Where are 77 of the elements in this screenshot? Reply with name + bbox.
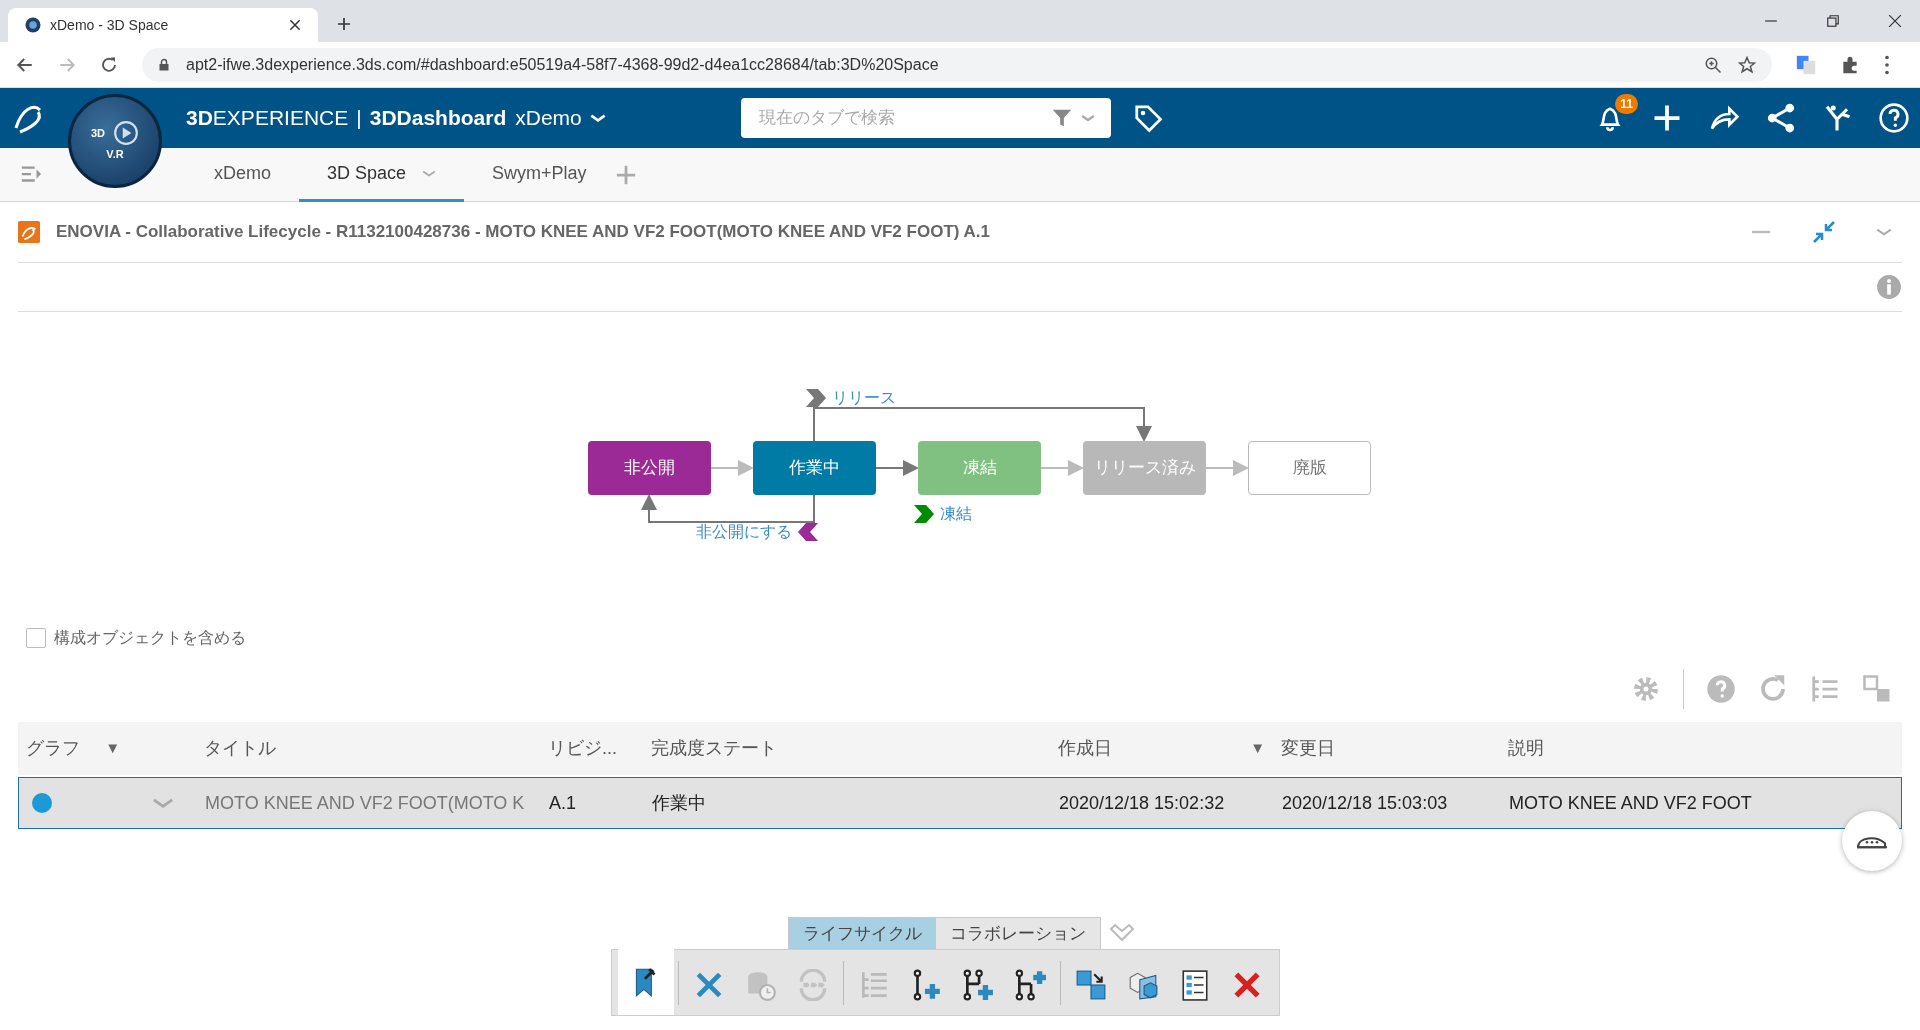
table-cell-text: MOTO KNEE AND VF2 FOOT(MOTO K: [204, 791, 526, 815]
transition-label[interactable]: 非公開にする: [696, 520, 792, 544]
column-header[interactable]: 説明: [1508, 735, 1544, 762]
transition-label[interactable]: リリース: [832, 386, 896, 410]
dashboard-tab[interactable]: xDemo: [186, 147, 299, 202]
app-name: 3DDashboard: [369, 105, 507, 132]
branch-add-icon[interactable]: [961, 969, 994, 1001]
plus-icon[interactable]: [1652, 103, 1682, 133]
dashboard-tab[interactable]: 3D Space: [299, 147, 465, 202]
dashboard-tab[interactable]: Swym+Play: [464, 147, 615, 202]
close-icon[interactable]: [288, 18, 302, 32]
state-node[interactable]: 廃版: [1248, 441, 1371, 495]
chevron-down-icon: [589, 113, 606, 123]
merge-add-icon[interactable]: [1013, 969, 1046, 1001]
compass-label: V.R: [106, 146, 124, 162]
flag-icon: [798, 523, 818, 541]
star-icon[interactable]: [1738, 55, 1756, 74]
reload-icon[interactable]: [100, 55, 118, 74]
dashboard-switcher[interactable]: xDemo: [514, 101, 607, 135]
play-icon: [113, 119, 140, 146]
tab-title: xDemo - 3D Space: [50, 15, 170, 35]
flag-icon: [806, 389, 826, 407]
network-icon[interactable]: [1766, 103, 1796, 133]
puzzle-icon[interactable]: [1840, 54, 1860, 75]
brand-name: 3DEXPERIENCE: [186, 105, 349, 132]
help-icon[interactable]: [1878, 102, 1910, 134]
table-cell-text: MOTO KNEE AND VF2 FOOT: [1508, 791, 1753, 815]
table-cell-text: A.1: [548, 791, 578, 815]
column-header[interactable]: 完成度ステート: [651, 735, 777, 762]
arrow: [710, 460, 754, 476]
chevron-down-icon: [422, 168, 437, 178]
notification-badge: 11: [1615, 94, 1638, 114]
arrow: [1205, 460, 1249, 476]
checkbox-label: 構成オブジェクトを含める: [54, 628, 246, 648]
state-node[interactable]: 非公開: [588, 441, 711, 495]
browser-tab[interactable]: xDemo - 3D Space: [8, 8, 318, 42]
table-cell-text: 作業中: [651, 791, 707, 815]
column-header[interactable]: 作成日: [1058, 735, 1112, 762]
restore-icon[interactable]: [1826, 14, 1840, 28]
toolbar-tab[interactable]: コラボレーション: [935, 917, 1100, 949]
table-cell-text: 2020/12/18 15:03:03: [1281, 791, 1449, 815]
widget-title: ENOVIA - Collaborative Lifecycle - R1132100428736 - MOTO KNEE AND VF2 FOOT(MOTO KNEE AND VF2 FOOT) A.1: [56, 221, 991, 244]
column-header[interactable]: リビジ...: [548, 735, 617, 762]
column-header[interactable]: グラフ: [26, 735, 80, 762]
filter-icon[interactable]: [1050, 107, 1073, 129]
transition-label[interactable]: 凍結: [940, 502, 972, 526]
squares-arrow-icon[interactable]: [1074, 969, 1107, 1001]
search-box[interactable]: 現在のタブで検索: [740, 98, 1111, 138]
back-icon[interactable]: [16, 55, 34, 74]
arrow: [875, 460, 919, 476]
new-tab-icon[interactable]: [336, 16, 352, 32]
column-header[interactable]: タイトル: [204, 735, 276, 762]
assistant-button[interactable]: [1842, 811, 1902, 871]
table-cell-text: 2020/12/18 15:02:32: [1058, 791, 1226, 815]
tag-icon[interactable]: [1132, 103, 1163, 133]
column-header[interactable]: 変更日: [1281, 735, 1335, 762]
compass-button[interactable]: 3D V.R: [68, 94, 162, 188]
compass-label: 3D: [90, 125, 106, 141]
translate-icon[interactable]: [1796, 54, 1816, 75]
collapse-icon[interactable]: [1812, 220, 1836, 244]
arrow: [1040, 460, 1084, 476]
sort-marker[interactable]: ▼: [105, 737, 120, 760]
sort-marker[interactable]: ▼: [1250, 737, 1265, 760]
checkbox[interactable]: [26, 628, 46, 648]
close-icon[interactable]: [1888, 14, 1902, 28]
brand-separator: |: [356, 105, 362, 132]
flag-icon: [914, 505, 934, 523]
state-node[interactable]: 作業中: [753, 441, 876, 495]
app-logo-icon: [18, 221, 40, 243]
zoom-icon[interactable]: [1704, 55, 1722, 74]
lock-icon: [158, 57, 170, 72]
table-row[interactable]: MOTO KNEE AND VF2 FOOT(MOTO K A.1 作業中 2020/12/18 15:02:32 2020/12/18 15:03:03 MOTO KNEE AND VF2 FOOT: [18, 777, 1902, 829]
globe-icon: [24, 16, 42, 34]
helmet-icon: [1856, 834, 1888, 849]
menu-icon[interactable]: [1884, 54, 1890, 75]
toolbar-tab[interactable]: ライフサイクル: [788, 917, 936, 949]
address-bar[interactable]: apt2-ifwe.3dexperience.3ds.com/#dashboard:e50519a4-58f7-4368-99d2-d4ea1cc28684/tab:3D%20Space: [142, 47, 1772, 82]
